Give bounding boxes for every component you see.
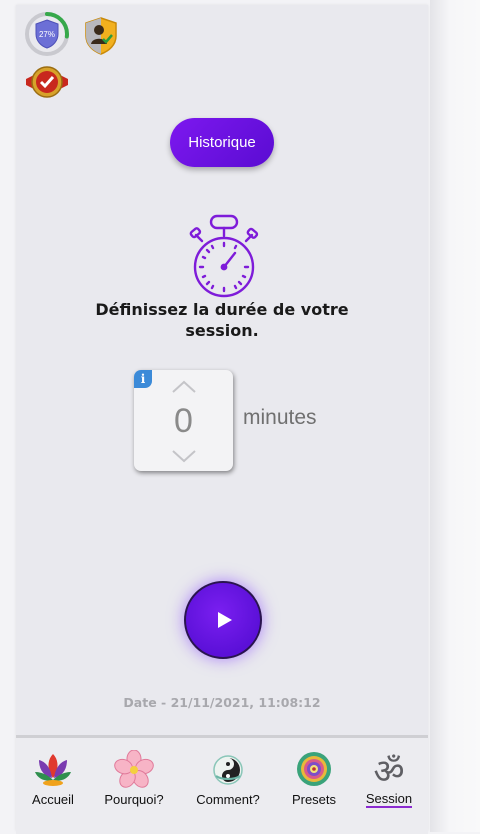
svg-text:ॐ: ॐ <box>373 752 404 788</box>
history-button[interactable]: Historique <box>170 118 274 167</box>
yin-yang-icon <box>213 755 243 785</box>
nav-label-accueil: Accueil <box>32 792 74 807</box>
play-icon <box>218 612 232 628</box>
lotus-icon <box>35 754 71 786</box>
nav-label-presets: Presets <box>291 792 337 807</box>
progress-shield-badge[interactable]: 27% <box>24 11 70 57</box>
mandala-icon <box>297 752 331 786</box>
nav-item-session[interactable]: ॐ Session <box>349 750 429 808</box>
info-icon[interactable]: i <box>134 370 152 388</box>
stopwatch-icon <box>188 213 260 299</box>
om-icon: ॐ <box>373 752 404 788</box>
nav-item-comment[interactable]: Comment? <box>188 750 268 808</box>
progress-text: 27% <box>39 30 55 39</box>
nav-item-presets[interactable]: Presets <box>274 750 354 808</box>
duration-prompt: Définissez la durée de votre session. <box>95 300 349 340</box>
right-margin <box>430 0 480 832</box>
duration-value[interactable]: 0 <box>134 402 233 441</box>
nav-label-pourquoi: Pourquoi? <box>104 792 164 807</box>
flower-icon <box>114 750 154 788</box>
nav-label-session: Session <box>365 791 413 808</box>
chevron-down-icon[interactable] <box>171 448 197 464</box>
nav-item-accueil[interactable]: Accueil <box>13 750 93 808</box>
chevron-up-icon[interactable] <box>171 379 197 395</box>
nav-label-comment: Comment? <box>196 792 260 807</box>
bottom-nav: Accueil Pourquoi? Comment? Presets ॐ Ses… <box>16 735 428 834</box>
user-shield-icon[interactable] <box>84 17 118 55</box>
progress-ring: 27% <box>25 12 69 56</box>
duration-stepper[interactable]: i 0 <box>134 370 233 471</box>
start-session-button[interactable] <box>184 581 262 659</box>
duration-unit-label: minutes <box>243 406 317 429</box>
app-screen: 27% Historique Définissez la durée de vo… <box>16 5 428 834</box>
nav-item-pourquoi[interactable]: Pourquoi? <box>94 750 174 808</box>
current-date: Date - 21/11/2021, 11:08:12 <box>123 695 321 710</box>
award-badge-icon[interactable] <box>24 65 70 99</box>
